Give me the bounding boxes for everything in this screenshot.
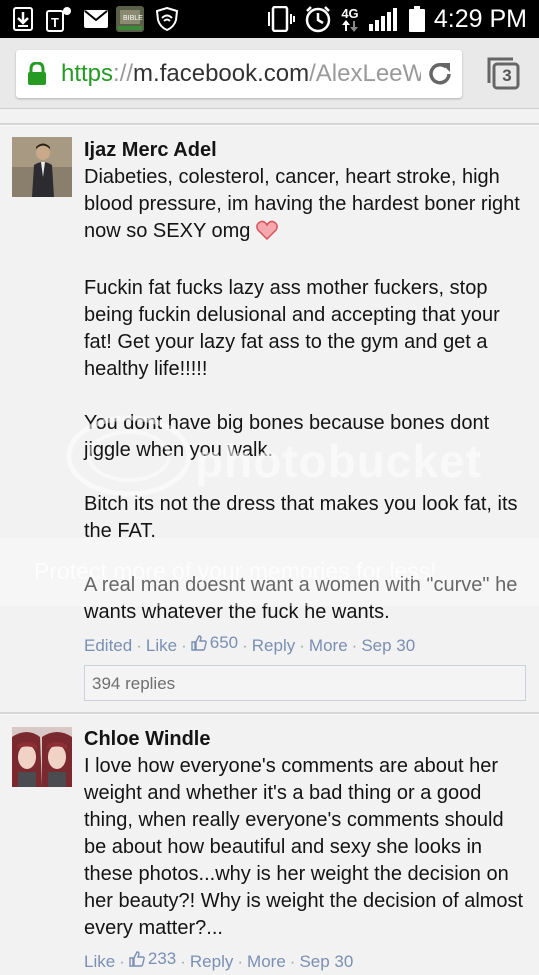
comment-author[interactable]: Chloe Windle [84, 725, 530, 753]
comment-paragraph: Diabeties, colesterol, cancer, heart str… [84, 166, 520, 242]
reload-icon[interactable] [426, 60, 454, 88]
status-bar: T BIBLE 4G 4:29 PM [0, 0, 539, 38]
comment-paragraph: Bitch its not the dress that makes you l… [84, 493, 518, 542]
signal-icon [368, 6, 398, 32]
separator-dot: · [180, 952, 186, 971]
comment-actions: Edited · Like · 650 · Reply · More · Sep 30 [84, 631, 530, 658]
comment-author[interactable]: Ijaz Merc Adel [84, 136, 530, 164]
bible-app-icon: BIBLE [116, 6, 144, 32]
comment-paragraph: A real man doesnt want a women with "cur… [84, 574, 518, 623]
mail-icon [83, 6, 109, 32]
network-type-label: 4G [341, 5, 359, 21]
data-arrows-icon [342, 19, 358, 32]
comment-body: Chloe Windle I love how everyone's comme… [84, 725, 530, 974]
shield-icon [155, 6, 179, 32]
reply-link[interactable]: Reply [252, 636, 295, 655]
browser-toolbar: https://m.facebook.com/AlexLeeW 3 [0, 38, 539, 109]
url-host: m.facebook.com [133, 60, 310, 87]
svg-text:T: T [51, 15, 59, 30]
comment-feed: Ijaz Merc Adel Diabeties, colesterol, ca… [0, 109, 539, 975]
comment-paragraph: You dont have big bones because bones do… [84, 412, 490, 461]
comment-date[interactable]: Sep 30 [361, 636, 415, 655]
like-count-value: 233 [147, 949, 177, 968]
comment-date[interactable]: Sep 30 [299, 952, 353, 971]
comment-item: Chloe Windle I love how everyone's comme… [0, 715, 539, 975]
comment-actions: Like · 233 · Reply · More · Sep 30 [84, 947, 530, 974]
thumbs-up-icon [191, 635, 207, 651]
separator-dot: · [351, 636, 358, 655]
thumbs-up-icon [129, 951, 145, 967]
separator-dot: · [289, 952, 296, 971]
download-icon [12, 6, 34, 32]
comment-paragraph: Fuckin fat fucks lazy ass mother fuckers… [84, 277, 500, 380]
lock-icon [26, 61, 48, 86]
more-link[interactable]: More [309, 636, 348, 655]
view-replies-button[interactable]: 394 replies [84, 665, 526, 701]
vibrate-icon [266, 6, 296, 32]
separator-dot: · [181, 636, 187, 655]
url-scheme: https [61, 60, 114, 87]
avatar[interactable] [12, 137, 72, 197]
alarm-icon [303, 6, 333, 33]
separator-dot: · [299, 636, 305, 655]
tab-count: 3 [502, 66, 512, 85]
network-indicator: 4G [338, 6, 362, 32]
more-link[interactable]: More [247, 952, 286, 971]
tab-switcher-button[interactable]: 3 [486, 56, 520, 90]
clock: 4:29 PM [433, 5, 527, 33]
url-path: /AlexLeeW [309, 60, 421, 87]
separator-dot: · [119, 952, 125, 971]
like-count[interactable]: 233 [129, 947, 176, 971]
url-separator: :// [113, 60, 134, 87]
battery-icon [407, 6, 427, 32]
separator-dot: · [136, 636, 142, 655]
svg-text:BIBLE: BIBLE [123, 15, 143, 22]
address-bar[interactable]: https://m.facebook.com/AlexLeeW [16, 50, 462, 98]
heart-emoji-icon [256, 220, 278, 248]
comment-text: Diabeties, colesterol, cancer, heart str… [84, 164, 530, 626]
edited-label: Edited [84, 636, 133, 655]
comment-paragraph: I love how everyone's comments are about… [84, 755, 524, 939]
like-link[interactable]: Like [146, 636, 177, 655]
like-link[interactable]: Like [84, 952, 115, 971]
comment-item: Ijaz Merc Adel Diabeties, colesterol, ca… [0, 126, 539, 712]
comment-body: Ijaz Merc Adel Diabeties, colesterol, ca… [84, 136, 530, 701]
avatar[interactable] [12, 727, 72, 787]
separator-dot: · [242, 636, 248, 655]
like-count[interactable]: 650 [191, 631, 238, 655]
comment-text: I love how everyone's comments are about… [84, 753, 530, 942]
reply-link[interactable]: Reply [190, 952, 233, 971]
url-text[interactable]: https://m.facebook.com/AlexLeeW [61, 58, 421, 90]
separator-dot: · [237, 952, 244, 971]
t-mobile-icon: T [46, 6, 72, 32]
like-count-value: 650 [209, 633, 239, 652]
